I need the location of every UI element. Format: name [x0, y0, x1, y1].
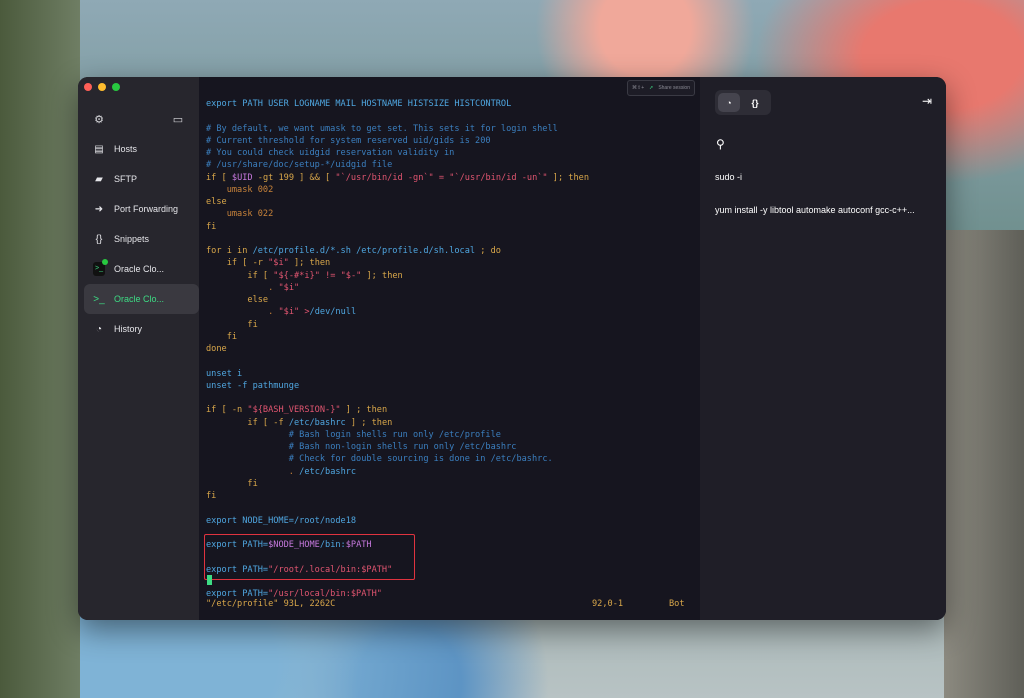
close-button[interactable] [84, 83, 92, 91]
snippets-icon: {} [95, 233, 103, 245]
sidebar-item-session-2[interactable]: >_ Oracle Clo... [84, 284, 199, 314]
history-icon: ◔ [95, 323, 103, 335]
wallpaper-right [944, 230, 1024, 698]
sidebar-item-hosts[interactable]: ▤ Hosts [84, 134, 199, 164]
sidebar-item-label: Oracle Clo... [114, 264, 165, 274]
window-controls [84, 83, 120, 91]
sidebar-item-label: Port Forwarding [114, 204, 179, 214]
snippet-item[interactable]: sudo -i [715, 172, 742, 182]
status-scroll: Bot [669, 599, 685, 609]
new-terminal-icon[interactable]: ▭ [172, 114, 184, 126]
share-session-button[interactable]: ⌘⇧+ ➚ Share session [627, 80, 695, 96]
port-forward-icon: ➜ [94, 203, 104, 215]
zoom-button[interactable] [112, 83, 120, 91]
sidebar-item-port-forwarding[interactable]: ➜ Port Forwarding [84, 194, 199, 224]
history-tab-icon[interactable]: ◔ [718, 93, 740, 112]
sidebar-item-label: Snippets [114, 234, 150, 244]
text-cursor [207, 575, 212, 585]
collapse-panel-icon[interactable]: ⇥ [922, 94, 932, 108]
snippets-panel: ◔ {} ⇥ ⚲ sudo -i yum install -y libtool … [700, 77, 946, 620]
connected-indicator [102, 259, 108, 265]
gear-icon[interactable]: ⚙ [93, 114, 105, 126]
status-file: "/etc/profile" 93L, 2262C [206, 599, 336, 609]
minimize-button[interactable] [98, 83, 106, 91]
terminal-pane[interactable]: ⌘⇧+ ➚ Share session export PATH USER LOG… [199, 77, 700, 620]
share-icon: ➚ [649, 85, 654, 91]
sidebar-item-history[interactable]: ◔ History [84, 314, 199, 344]
hosts-icon: ▤ [94, 143, 104, 155]
terminal-output: export PATH USER LOGNAME MAIL HOSTNAME H… [206, 99, 589, 599]
panel-tab-switcher: ◔ {} [715, 90, 771, 115]
sidebar-item-session-1[interactable]: >_ Oracle Clo... [84, 254, 199, 284]
app-window: ⚙ ▭ ▤ Hosts ▰ SFTP ➜ Port Forwarding {} … [78, 77, 946, 620]
sidebar-item-snippets[interactable]: {} Snippets [84, 224, 199, 254]
sidebar: ⚙ ▭ ▤ Hosts ▰ SFTP ➜ Port Forwarding {} … [78, 77, 199, 620]
shortcut-hint: ⌘⇧+ [632, 85, 645, 91]
wallpaper-left [0, 0, 80, 698]
share-label: Share session [658, 85, 690, 91]
terminal-icon: >_ [93, 259, 108, 276]
sidebar-item-label: SFTP [114, 174, 138, 184]
folder-icon: ▰ [95, 173, 103, 185]
snippet-item[interactable]: yum install -y libtool automake autoconf… [715, 205, 915, 215]
sidebar-item-label: Hosts [114, 144, 138, 154]
vim-status-line: "/etc/profile" 93L, 2262C 92,0-1 Bot [206, 599, 686, 609]
terminal-icon: >_ [93, 293, 105, 305]
sidebar-item-label: History [114, 324, 143, 334]
sidebar-item-label: Oracle Clo... [114, 294, 165, 304]
highlight-box [204, 534, 415, 580]
sidebar-item-sftp[interactable]: ▰ SFTP [84, 164, 199, 194]
search-icon[interactable]: ⚲ [716, 137, 725, 151]
snippets-tab-icon[interactable]: {} [744, 93, 766, 112]
status-position: 92,0-1 [592, 599, 624, 609]
